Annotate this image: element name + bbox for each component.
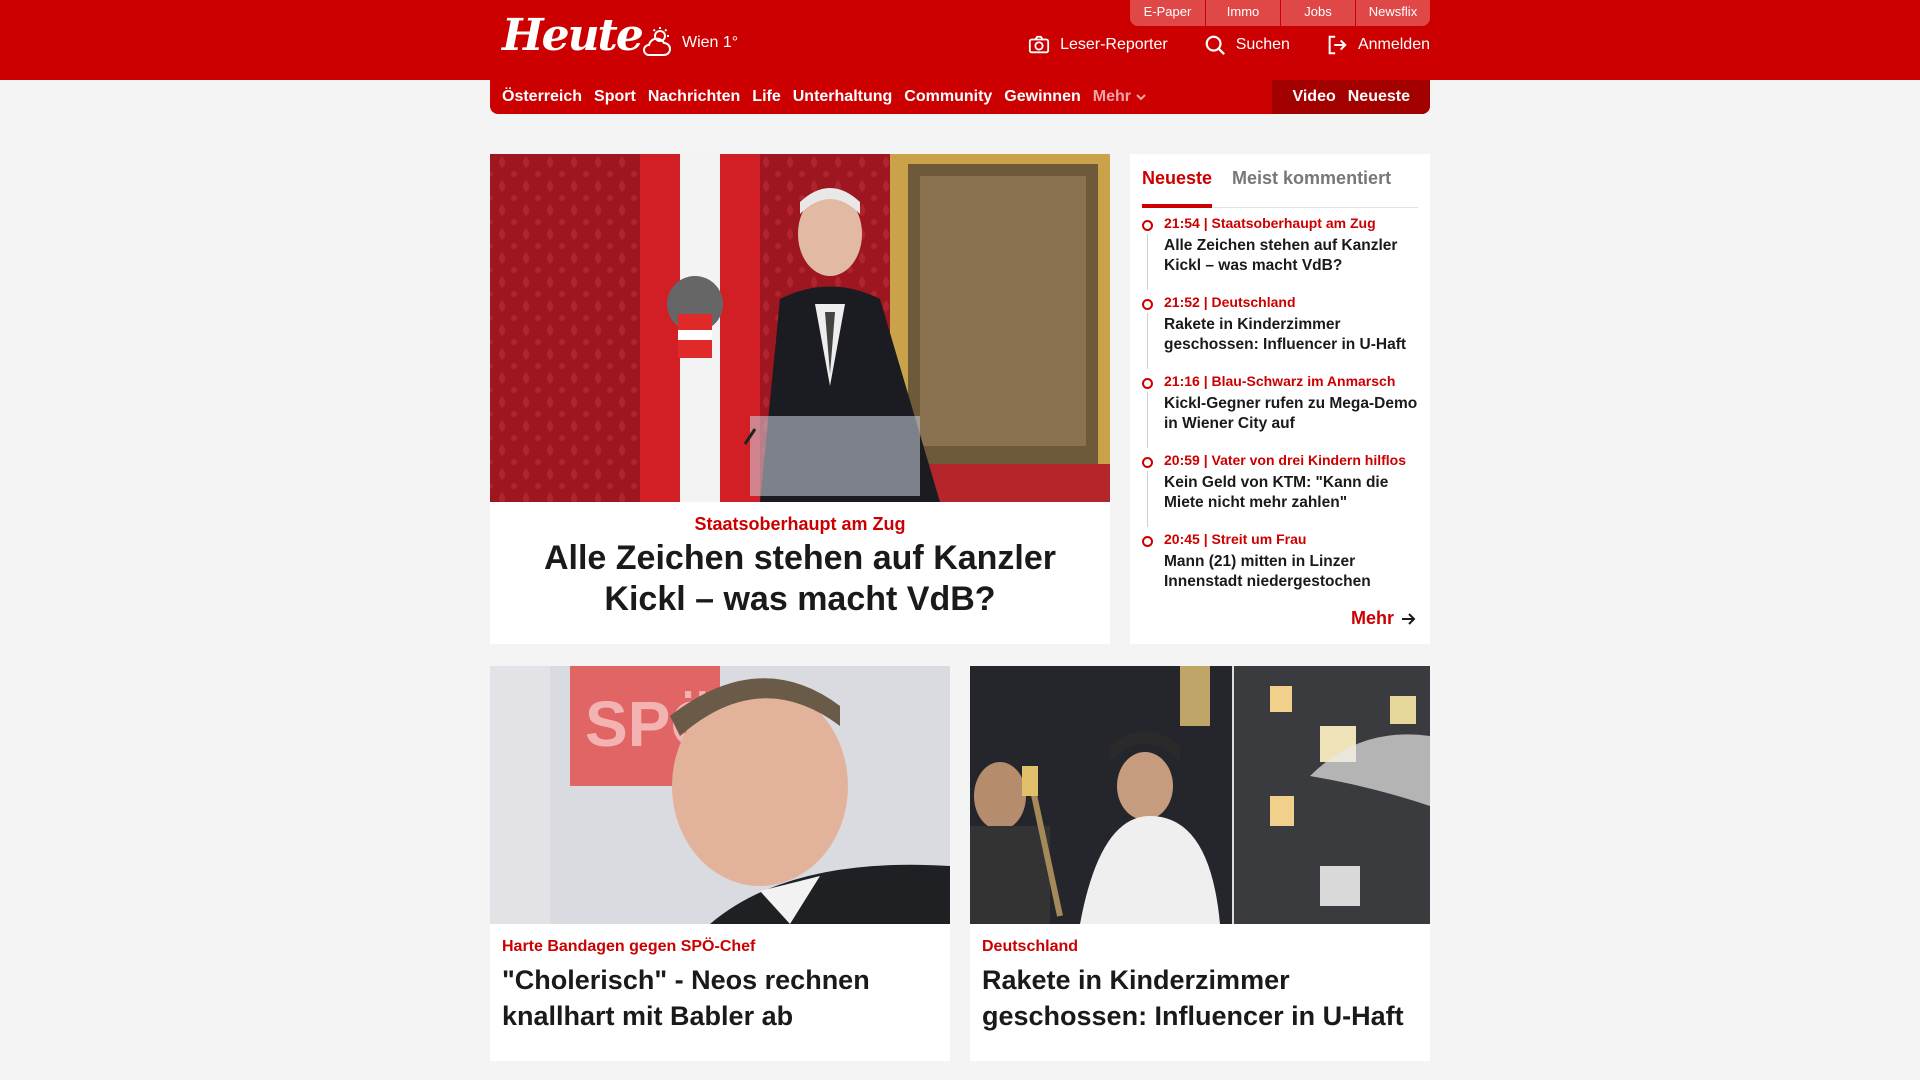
nav-items: Österreich Sport Nachrichten Life Unterh…: [502, 80, 1147, 114]
article-card[interactable]: SPÖ Harte Bandagen gegen SPÖ-Chef "Chole…: [490, 666, 950, 1061]
service-links: E-Paper Immo Jobs Newsflix: [1130, 0, 1430, 26]
nav-neueste[interactable]: Neueste: [1348, 88, 1410, 106]
news-item[interactable]: 21:54 | Staatsoberhaupt am Zug Alle Zeic…: [1142, 214, 1422, 293]
weather-cloud-sun-icon: [643, 27, 671, 56]
timeline-dot: [1142, 299, 1153, 310]
sidebar-tabs: Neueste Meist kommentiert: [1142, 164, 1418, 208]
tab-neueste[interactable]: Neueste: [1142, 164, 1213, 208]
news-title[interactable]: Kickl-Gegner rufen zu Mega-Demo in Wiene…: [1164, 394, 1422, 434]
leser-reporter-button[interactable]: Leser-Reporter: [1028, 34, 1168, 56]
sidebar-more-label: Mehr: [1350, 608, 1394, 628]
main-nav: Österreich Sport Nachrichten Life Unterh…: [490, 80, 1430, 114]
timeline-dot: [1142, 220, 1153, 231]
news-title[interactable]: Kein Geld von KTM: "Kann die Miete nicht…: [1164, 473, 1422, 513]
timeline-dot: [1142, 457, 1153, 468]
site-header: Heute Wien 1° E-Paper Immo Jobs Newsflix…: [0, 0, 1920, 80]
weather-text: Wien 1°: [682, 34, 739, 51]
weather-widget[interactable]: Wien 1°: [640, 26, 738, 60]
timeline-line: [1147, 471, 1148, 527]
timeline-dot: [1142, 536, 1153, 547]
timeline-dot: [1142, 378, 1153, 389]
news-list: 21:54 | Staatsoberhaupt am Zug Alle Zeic…: [1142, 214, 1422, 609]
hero-image: [490, 154, 1110, 502]
header-actions: Leser-Reporter Suchen Anmelden: [1028, 34, 1430, 56]
service-link-epaper[interactable]: E-Paper: [1130, 0, 1205, 26]
nav-item-sport[interactable]: Sport: [594, 88, 636, 106]
news-meta: 21:54 | Staatsoberhaupt am Zug: [1164, 215, 1376, 231]
nav-more-label: Mehr: [1092, 88, 1131, 105]
news-item[interactable]: 20:45 | Streit um Frau Mann (21) mitten …: [1142, 530, 1422, 609]
timeline-line: [1147, 234, 1148, 290]
chevron-down-icon: [1136, 94, 1146, 101]
news-meta: 20:59 | Vater von drei Kindern hilflos: [1164, 452, 1406, 468]
nav-item-oesterreich[interactable]: Österreich: [502, 88, 582, 106]
news-meta: 20:45 | Streit um Frau: [1164, 531, 1307, 547]
news-item[interactable]: 20:59 | Vater von drei Kindern hilflos K…: [1142, 451, 1422, 530]
nav-item-nachrichten[interactable]: Nachrichten: [648, 88, 740, 106]
login-label: Anmelden: [1357, 36, 1430, 53]
service-link-immo[interactable]: Immo: [1205, 0, 1280, 26]
hero-photo: [490, 154, 1110, 502]
site-logo[interactable]: Heute: [502, 10, 644, 61]
search-label: Suchen: [1235, 36, 1290, 53]
arrow-right-icon: [1402, 612, 1416, 625]
news-item[interactable]: 21:16 | Blau-Schwarz im Anmarsch Kickl-G…: [1142, 372, 1422, 451]
card-image: SPÖ: [490, 666, 950, 924]
article-card[interactable]: Deutschland Rakete in Kinderzimmer gesch…: [970, 666, 1430, 1061]
card-photo: SPÖ: [490, 666, 950, 924]
nav-more-dropdown[interactable]: Mehr: [1093, 88, 1147, 106]
login-icon: [1328, 35, 1347, 55]
news-title[interactable]: Mann (21) mitten in Linzer Innenstadt ni…: [1164, 552, 1422, 592]
nav-item-unterhaltung[interactable]: Unterhaltung: [793, 88, 893, 106]
search-icon: [1205, 35, 1225, 55]
nav-video[interactable]: Video: [1292, 88, 1335, 106]
news-item[interactable]: 21:52 | Deutschland Rakete in Kinderzimm…: [1142, 293, 1422, 372]
card-title[interactable]: Rakete in Kinderzimmer geschossen: Influ…: [982, 962, 1422, 1034]
card-photo: [970, 666, 1430, 924]
card-kicker: Deutschland: [982, 938, 1079, 955]
news-meta: 21:16 | Blau-Schwarz im Anmarsch: [1164, 373, 1396, 389]
camera-icon: [1028, 35, 1050, 54]
service-link-jobs[interactable]: Jobs: [1280, 0, 1355, 26]
card-image: [970, 666, 1430, 924]
sidebar-more-link[interactable]: Mehr: [1351, 608, 1416, 629]
login-button[interactable]: Anmelden: [1326, 34, 1430, 56]
search-button[interactable]: Suchen: [1204, 34, 1290, 56]
service-link-newsflix[interactable]: Newsflix: [1355, 0, 1430, 26]
header-row: Heute Wien 1° E-Paper Immo Jobs Newsflix…: [490, 0, 1430, 80]
card-title[interactable]: "Cholerisch" - Neos rechnen knallhart mi…: [502, 962, 942, 1034]
card-kicker: Harte Bandagen gegen SPÖ-Chef: [502, 938, 756, 955]
news-title[interactable]: Rakete in Kinderzimmer geschossen: Influ…: [1164, 315, 1422, 355]
hero-article[interactable]: Staatsoberhaupt am Zug Alle Zeichen steh…: [490, 154, 1110, 644]
hero-kicker: Staatsoberhaupt am Zug: [694, 514, 906, 534]
hero-title[interactable]: Alle Zeichen stehen auf Kanzler Kickl – …: [510, 538, 1090, 620]
news-sidebar: Neueste Meist kommentiert 21:54 | Staats…: [1130, 154, 1430, 644]
tab-meist-kommentiert[interactable]: Meist kommentiert: [1232, 164, 1391, 208]
news-title[interactable]: Alle Zeichen stehen auf Kanzler Kickl – …: [1164, 236, 1422, 276]
leser-reporter-label: Leser-Reporter: [1060, 36, 1168, 53]
timeline-line: [1147, 392, 1148, 448]
news-meta: 21:52 | Deutschland: [1164, 294, 1296, 310]
nav-item-life[interactable]: Life: [752, 88, 780, 106]
nav-item-community[interactable]: Community: [904, 88, 992, 106]
nav-right: Video Neueste: [1272, 80, 1430, 114]
timeline-line: [1147, 313, 1148, 369]
nav-item-gewinnen[interactable]: Gewinnen: [1004, 88, 1080, 106]
